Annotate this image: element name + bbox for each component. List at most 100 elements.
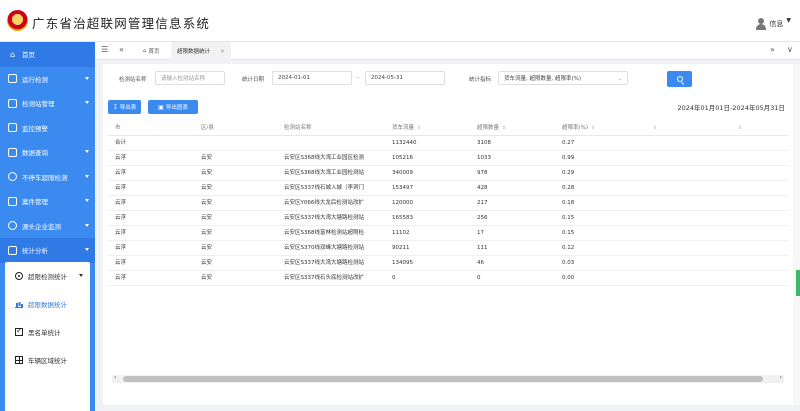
user-name: 信息 [769, 20, 784, 28]
horizontal-scrollbar[interactable]: ‹ › [112, 374, 784, 383]
header-truck-flow[interactable]: 货车流量 ⇕ [392, 121, 421, 136]
export-table-label: 导出表 [119, 105, 137, 111]
cell-truck-flow: 11102 [392, 230, 410, 236]
cell-overlimit-count: 111 [477, 245, 488, 251]
tab-bar: ☰ « ⌂ 首页 超限数据统计 × » ∨ [95, 42, 800, 60]
table-row[interactable]: 云浮 云安 云安区S337线石头底检测站改扩 0 0 0.00 [108, 271, 788, 286]
end-date-input[interactable]: 2024-05-31 [365, 71, 445, 85]
cell-overlimit-rate: 0.03 [562, 260, 575, 266]
scroll-left-icon[interactable]: ‹ [114, 374, 116, 381]
cell-truck-flow: 134095 [392, 260, 413, 266]
sidebar-item-alert[interactable]: 监控预警 [0, 116, 95, 141]
header-extra-1[interactable]: ⇕ [650, 121, 657, 136]
cell-truck-flow: 90211 [392, 245, 410, 251]
truck-icon [8, 172, 17, 182]
page-scroll-track [793, 64, 800, 405]
header-overlimit-rate[interactable]: 超限率(%) ⇕ [562, 121, 595, 136]
table-row[interactable]: 云浮 云安 云安区S337线大湾大塘路检测站 134095 46 0.03 [108, 256, 788, 271]
sidebar-item-case[interactable]: 案件管理 [0, 189, 95, 214]
cell-city: 云浮 [115, 245, 127, 251]
stat-label: 统计指标 [469, 77, 492, 83]
collapse-icon[interactable]: « [119, 45, 124, 54]
cell-truck-flow: 0 [392, 275, 396, 281]
submenu-item-region[interactable]: 车辆区域统计 [5, 346, 90, 374]
export-table-button[interactable]: ↧ 导出表 [108, 100, 141, 114]
cell-station: 云安区S370线双峰大塘路检测站 [284, 245, 364, 251]
station-input[interactable]: 请输入检测站名称 [155, 71, 225, 85]
user-menu[interactable]: 信息 ▼ [756, 17, 791, 31]
table-row[interactable]: 云浮 云安 云安区S337线大湾大塘路检测站 165583 256 0.15 [108, 211, 788, 226]
cell-overlimit-count: 1033 [477, 155, 491, 161]
sidebar-item-stats[interactable]: 统计分析 [0, 238, 95, 263]
tab-home[interactable]: ⌂ 首页 [137, 42, 166, 60]
table-row[interactable]: 云浮 云安 云安区S370线双峰大塘路检测站 90211 111 0.12 [108, 241, 788, 256]
chevron-down-icon [85, 223, 89, 227]
expand-icon[interactable]: » [770, 45, 775, 54]
sidebar-item-nonstop[interactable]: 不停车超限检测 [0, 165, 95, 190]
cell-district: 云安 [201, 200, 213, 206]
export-chart-button[interactable]: ▣ 导出图表 [148, 100, 198, 114]
sidebar-item-label: 统计分析 [22, 247, 48, 256]
sidebar-item-label: 源头企业监测 [22, 222, 61, 231]
chevron-down-icon [85, 174, 89, 178]
stat-select-value: 货车流量, 超限数量, 超限率(%) [504, 76, 582, 82]
cell-overlimit-count: 0 [477, 275, 481, 281]
tab-overlimit-stats[interactable]: 超限数据统计 × [171, 42, 232, 60]
start-date-input[interactable]: 2024-01-01 [272, 71, 352, 85]
table-row[interactable]: 云浮 云安 云安区Y066线大龙后检测站改扩 120000 217 0.18 [108, 196, 788, 211]
scrollbar-thumb[interactable] [123, 376, 763, 382]
sidebar-item-station[interactable]: 检测站管理 [0, 91, 95, 116]
search-button[interactable] [667, 71, 692, 87]
side-handle[interactable] [796, 270, 800, 296]
grid-icon [15, 356, 23, 364]
top-bar: 广东省治超联网管理信息系统 信息 ▼ [0, 0, 800, 42]
table-row[interactable]: 云浮 云安 云安区S337线石城入城（李洞门 153497 428 0.28 [108, 181, 788, 196]
sort-icon: ⇕ [653, 126, 657, 131]
caret-down-icon: ▼ [786, 16, 791, 24]
home-icon: ⌂ [143, 48, 147, 54]
factory-icon [8, 221, 17, 231]
date-label: 统计日期 [242, 77, 265, 83]
sort-icon: ⇕ [738, 126, 742, 131]
submenu-item-label: 超限数据统计 [28, 301, 67, 309]
submenu-item-label: 超限检测统计 [28, 273, 67, 281]
cell-city: 云浮 [115, 230, 127, 236]
alert-icon [8, 123, 17, 133]
close-icon[interactable]: × [220, 48, 225, 55]
chevron-down-icon [79, 274, 83, 277]
cell-station: 云安区S337线大湾大塘路检测站 [284, 215, 364, 221]
cell-overlimit-count: 17 [477, 230, 484, 236]
sort-icon: ⇕ [417, 126, 421, 131]
table-row[interactable]: 云浮 云安 云安区S368线大湾工业园检测站 340009 978 0.29 [108, 166, 788, 181]
sidebar-item-source[interactable]: 源头企业监测 [0, 214, 95, 239]
sidebar-item-home[interactable]: ⌂ 首页 [0, 42, 95, 67]
submenu-item-overlimit-data[interactable]: 超限数据统计 [5, 290, 90, 318]
header-overlimit-count[interactable]: 超限数量 ⇕ [477, 121, 506, 136]
cell-station: 云安区S337线石头底检测站改扩 [284, 275, 364, 281]
submenu-item-label: 车辆区域统计 [28, 357, 67, 365]
stat-select[interactable]: 货车流量, 超限数量, 超限率(%) ⌄ [498, 71, 628, 85]
submenu-item-blacklist[interactable]: 黑名单统计 [5, 318, 90, 346]
header-station: 检测站名称 [284, 125, 312, 131]
cell-city: 云浮 [115, 200, 127, 206]
date-separator: - [357, 75, 359, 81]
sidebar-item-run-monitor[interactable]: 运行检测 [0, 67, 95, 92]
cell-overlimit-rate: 0.27 [562, 140, 575, 146]
table-row[interactable]: 合计 1132440 3108 0.27 [108, 136, 788, 151]
monitor-icon [8, 74, 17, 84]
chart-icon [8, 245, 17, 255]
table-row[interactable]: 云浮 云安 云安区S368线大湾工业园区检测 105216 1033 0.99 [108, 151, 788, 166]
query-icon [8, 147, 17, 157]
cell-truck-flow: 105216 [392, 155, 413, 161]
menu-icon[interactable]: ☰ [101, 45, 108, 54]
table-row[interactable]: 云浮 云安 云安区S368线富林检测站超限检 11102 17 0.15 [108, 226, 788, 241]
more-tabs-icon[interactable]: ∨ [787, 45, 793, 54]
submenu-item-overlimit-check[interactable]: 超限检测统计 [5, 262, 90, 290]
search-icon [676, 76, 683, 82]
header-extra-2[interactable]: ⇕ [735, 121, 742, 136]
stats-submenu: 超限检测统计 超限数据统计 黑名单统计 车辆区域统计 [5, 262, 90, 411]
case-icon [8, 196, 17, 206]
scroll-right-icon[interactable]: › [780, 374, 782, 381]
sidebar-item-query[interactable]: 数据查询 [0, 140, 95, 165]
cell-city: 云浮 [115, 215, 127, 221]
